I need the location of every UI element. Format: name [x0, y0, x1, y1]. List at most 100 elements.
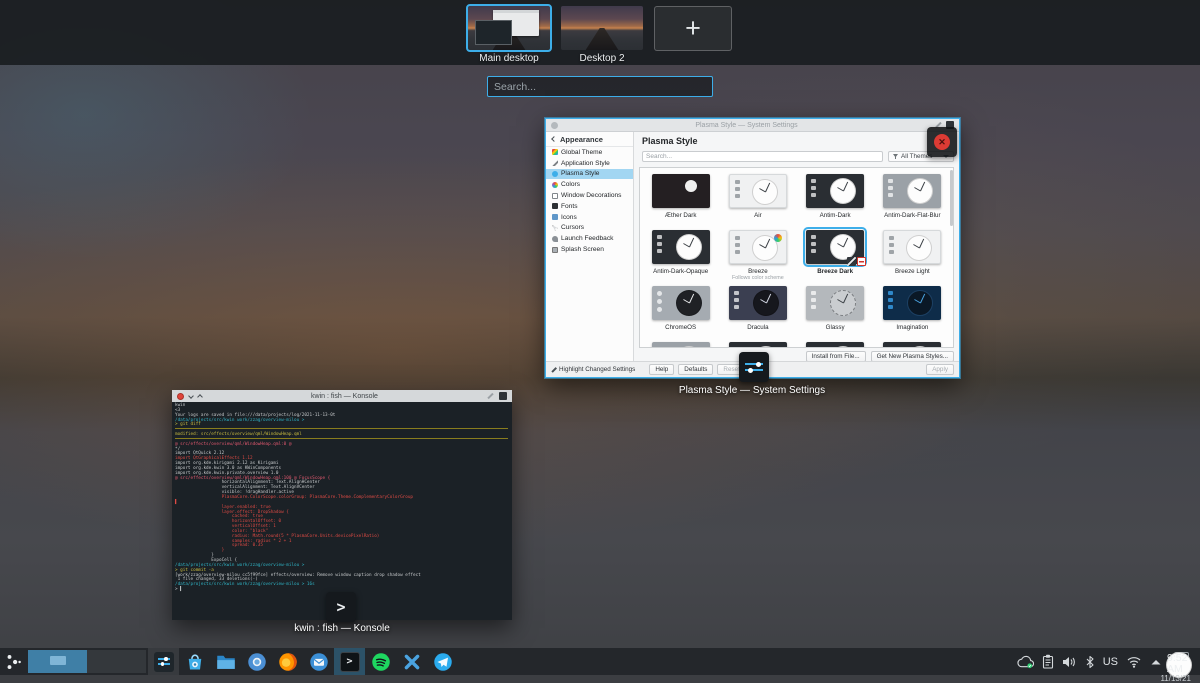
close-button-icon[interactable]	[177, 393, 184, 400]
plasma-theme-card[interactable]: Air	[719, 172, 796, 228]
desktop-thumbnail[interactable]: Desktop 2	[561, 6, 643, 64]
plasma-theme-card[interactable]: Æther Dark	[642, 172, 719, 228]
highlight-label: Highlight Changed Settings	[559, 366, 635, 373]
pin-icon[interactable]	[487, 393, 493, 399]
sidebar-item[interactable]: Cursors	[546, 223, 633, 234]
plasma-theme-card[interactable]: Breeze Dark	[797, 228, 874, 284]
sidebar-item[interactable]: Splash Screen	[546, 244, 633, 255]
discover-icon	[185, 652, 205, 672]
taskbar-mail[interactable]	[303, 648, 334, 675]
virtual-desktop-bar: Main desktop Desktop 2 +	[0, 0, 1200, 65]
bluetooth-icon[interactable]	[1085, 655, 1095, 669]
pager-desktop-1[interactable]	[28, 650, 87, 673]
sidebar-item[interactable]: Window Decorations	[546, 190, 633, 201]
keyboard-layout-indicator[interactable]: US	[1103, 656, 1118, 668]
taskbar-chromium[interactable]	[241, 648, 272, 675]
theme-preview	[729, 174, 787, 208]
taskbar-dolphin[interactable]	[210, 648, 241, 675]
plasma-theme-card[interactable]: Antim-Dark-Opaque	[642, 228, 719, 284]
plasma-theme-card[interactable]	[874, 340, 951, 348]
taskbar-konsole[interactable]: >	[334, 648, 365, 675]
plasma-theme-card[interactable]: Antim-Dark	[797, 172, 874, 228]
defaults-button[interactable]: Defaults	[678, 364, 713, 375]
apply-button: Apply	[926, 364, 954, 375]
wifi-icon[interactable]	[1126, 655, 1142, 668]
help-button[interactable]: Help	[649, 364, 674, 375]
theme-name: Air	[754, 212, 762, 219]
expand-tray-icon[interactable]	[1150, 658, 1162, 666]
pager-window	[50, 656, 66, 665]
overview-close-window-button[interactable]: ✕	[927, 127, 957, 157]
sidebar-item[interactable]: Icons	[546, 212, 633, 223]
sidebar-item[interactable]: Global Theme	[546, 147, 633, 158]
clipboard-icon[interactable]	[1042, 654, 1054, 669]
theme-search-input[interactable]: Search...	[642, 151, 883, 162]
taskbar-vscodium[interactable]	[396, 648, 427, 675]
taskbar-discover[interactable]	[179, 648, 210, 675]
window-caption: Plasma Style — System Settings	[679, 385, 825, 396]
add-desktop-button[interactable]: +	[654, 6, 732, 51]
taskbar-telegram[interactable]	[427, 648, 458, 675]
sidebar-item[interactable]: Colors	[546, 179, 633, 190]
preview-clock	[676, 290, 702, 316]
highlight-changed-settings[interactable]: Highlight Changed Settings	[551, 366, 635, 373]
sidebar-item[interactable]: Launch Feedback	[546, 233, 633, 244]
preview-clock	[907, 346, 933, 348]
volume-icon[interactable]	[1062, 655, 1077, 669]
taskbar-firefox[interactable]	[272, 648, 303, 675]
maximize-icon[interactable]	[197, 394, 203, 400]
digital-clock[interactable]: 9:52 AM 11/13/21	[1166, 652, 1192, 678]
system-settings-window[interactable]: Plasma Style — System Settings Appearanc…	[545, 118, 960, 378]
theme-name: Breeze Light	[895, 268, 930, 275]
plasma-theme-card[interactable]: Dracula	[719, 284, 796, 340]
window-title: Plasma Style — System Settings	[562, 122, 931, 129]
mini-window	[475, 20, 513, 45]
plasma-theme-card[interactable]: Breeze Light	[874, 228, 951, 284]
desktop-preview[interactable]	[468, 6, 550, 50]
color-scheme-icon	[774, 234, 782, 242]
scrollbar[interactable]	[950, 170, 953, 226]
desktop-label: Desktop 2	[579, 53, 624, 64]
plasma-theme-card[interactable]	[797, 340, 874, 348]
desktop-label: Main desktop	[479, 53, 538, 64]
plasma-theme-card[interactable]: Breeze Follows color scheme	[719, 228, 796, 284]
plasma-theme-card[interactable]	[719, 340, 796, 348]
sidebar-item[interactable]: Fonts	[546, 201, 633, 212]
search-input[interactable]	[487, 76, 713, 97]
taskbar-system-settings[interactable]	[148, 648, 179, 675]
sidebar-item[interactable]: Plasma Style	[546, 169, 633, 180]
system-settings-icon[interactable]	[739, 352, 769, 382]
sidebar-item-label: Launch Feedback	[561, 235, 613, 242]
plasma-theme-card[interactable]: ChromeOS	[642, 284, 719, 340]
konsole-icon[interactable]: >	[326, 592, 356, 622]
pager-widget[interactable]	[28, 650, 146, 673]
sidebar-item-label: Colors	[561, 181, 580, 188]
preview-glyphs	[888, 347, 893, 348]
konsole-window[interactable]: kwin : fish — Konsole kwin <3 Your logs …	[172, 390, 512, 620]
application-launcher-icon[interactable]	[0, 648, 28, 675]
terminal-output[interactable]: kwin <3 Your logs are saved in file:///d…	[172, 402, 512, 620]
taskbar-spotify[interactable]	[365, 648, 396, 675]
delete-icon[interactable]	[857, 257, 866, 266]
desktop-preview[interactable]	[561, 6, 643, 50]
theme-subtitle: Follows color scheme	[732, 275, 784, 281]
plasma-theme-card[interactable]: Imagination	[874, 284, 951, 340]
back-to-appearance[interactable]: Appearance	[546, 132, 633, 147]
sidebar-item-icon	[552, 193, 558, 199]
nextcloud-icon[interactable]	[1017, 655, 1034, 669]
edit-icon[interactable]	[847, 257, 856, 266]
titlebar-menu-icon[interactable]	[499, 392, 507, 400]
plasma-theme-card[interactable]	[642, 340, 719, 348]
theme-preview	[806, 230, 864, 264]
theme-preview	[652, 174, 710, 208]
pager-desktop-2[interactable]	[87, 650, 146, 673]
sidebar-item[interactable]: Application Style	[546, 158, 633, 169]
plasma-theme-card[interactable]: Glassy	[797, 284, 874, 340]
sidebar-item-icon	[552, 171, 558, 177]
close-button-icon[interactable]	[551, 122, 558, 129]
theme-preview	[883, 230, 941, 264]
desktop-thumbnail[interactable]: Main desktop	[468, 6, 550, 64]
minimize-icon[interactable]	[188, 393, 194, 399]
plasma-theme-card[interactable]: Antim-Dark-Flat-Blur	[874, 172, 951, 228]
preview-clock	[830, 346, 856, 348]
